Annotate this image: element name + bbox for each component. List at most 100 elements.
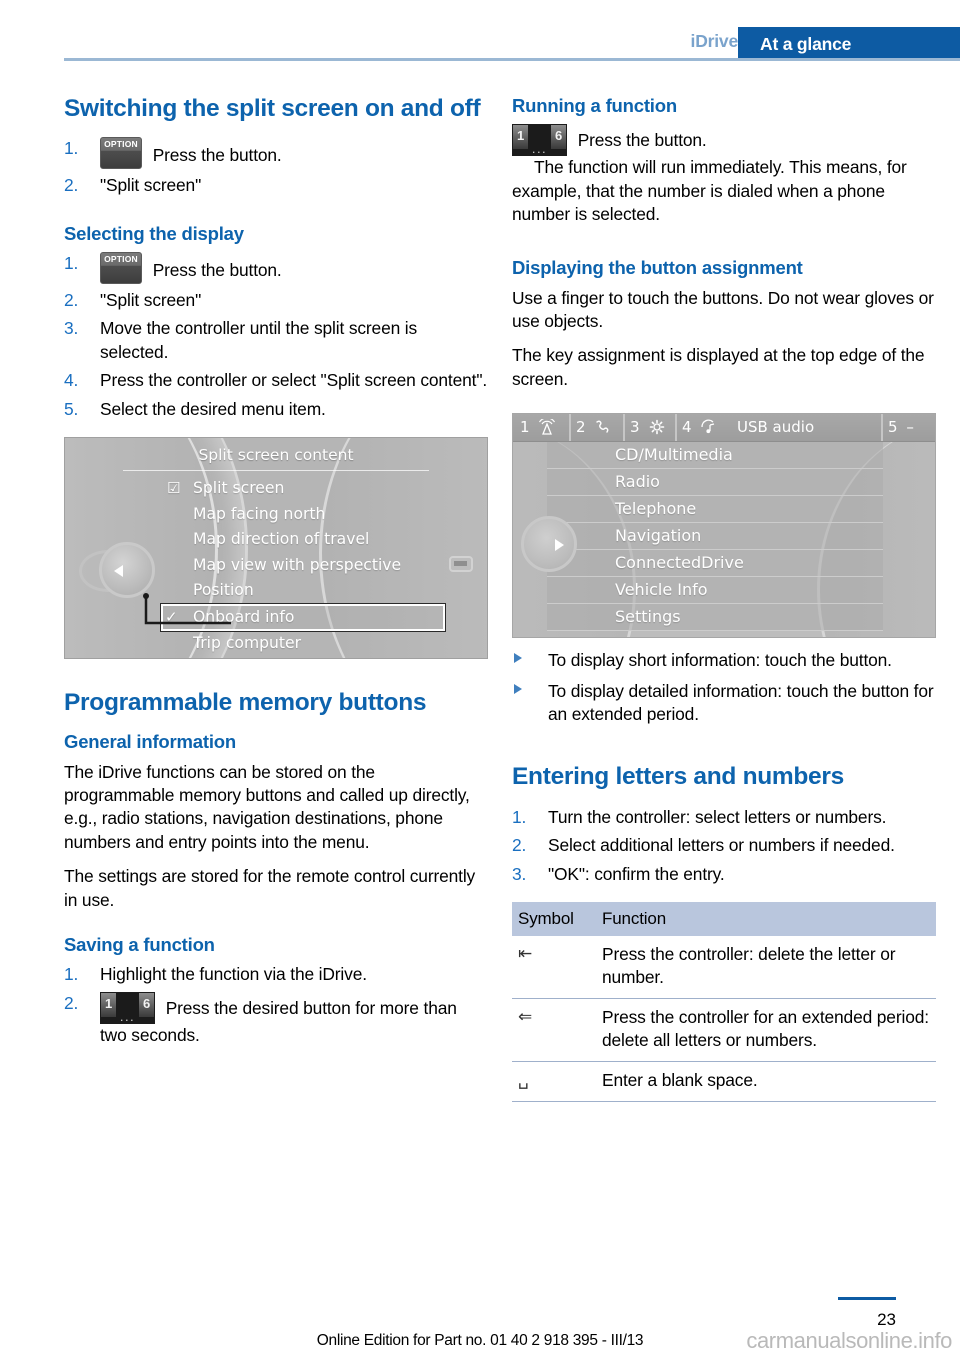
- header-section-tab: At a glance: [738, 27, 960, 61]
- function-description: Enter a blank space.: [596, 1061, 936, 1102]
- step-item: 1. OPTION Press the button.: [64, 252, 488, 284]
- symbol-blank-space-icon: ␣: [512, 1061, 596, 1102]
- music-note-icon: [701, 419, 715, 434]
- idrive-main-menu-screenshot: 1 2 3 4 USB audio 5 – CD/Multimedia Radi…: [512, 413, 936, 639]
- section-title-displaying-button-assignment: Displaying the button assignment: [512, 257, 803, 279]
- memory-key-1: 1: [101, 992, 116, 1017]
- dash-icon: –: [906, 418, 914, 437]
- idrive-menu-item[interactable]: Trip computer: [165, 631, 469, 657]
- right-column: Running a function 1 ... 6 Press the but…: [512, 95, 936, 1102]
- assigned-button-3[interactable]: 3: [625, 414, 677, 442]
- step-text: Press the button.: [152, 145, 282, 166]
- step-number: 1.: [64, 964, 79, 985]
- step-number: 1.: [64, 253, 79, 273]
- steps-saving-a-function: 1. Highlight the function via the iDrive…: [64, 963, 488, 1047]
- idrive-menu-item[interactable]: Map facing north: [165, 502, 469, 528]
- option-button-icon: OPTION: [100, 252, 142, 284]
- section-title-programmable-memory-buttons: Programmable memory buttons: [64, 689, 427, 717]
- knob-right-arrow-icon: [555, 539, 564, 552]
- bullet-text: To display short information: touch the …: [548, 650, 892, 671]
- paragraph-settings-stored: The settings are stored for the remote c…: [64, 866, 476, 910]
- step-number: 4.: [64, 370, 79, 391]
- main-menu-item-connecteddrive[interactable]: ConnectedDrive: [547, 550, 883, 578]
- idrive-menu-item-label: Map facing north: [193, 504, 326, 523]
- idrive-menu-item-label: Split screen: [193, 479, 285, 498]
- column-header-symbol: Symbol: [512, 902, 596, 937]
- idrive-button-assignment-bar: 1 2 3 4 USB audio 5 –: [513, 414, 935, 443]
- idrive-screen-title: Split screen content: [198, 446, 354, 465]
- footer-divider: [838, 1297, 896, 1300]
- running-function-description: The function will run immediately. This …: [512, 157, 907, 224]
- controller-knob-icon: [521, 516, 577, 573]
- step-text: Turn the controller: select letters or n…: [548, 806, 887, 827]
- section-title-entering-letters-and-numbers: Entering letters and numbers: [512, 763, 844, 791]
- idrive-menu-list: ☑ Split screen Map facing north Map dire…: [161, 476, 469, 657]
- main-menu-item-settings[interactable]: Settings: [547, 604, 883, 632]
- section-title-selecting-display: Selecting the display: [64, 222, 244, 244]
- table-body: ⇤ Press the controller: delete the lette…: [512, 936, 936, 1102]
- idrive-title-divider: [123, 470, 429, 472]
- step-number: 2.: [64, 175, 79, 196]
- left-column: Switching the split screen on and off 1.…: [64, 95, 488, 1052]
- table-row: ⇤ Press the controller: delete the lette…: [512, 936, 936, 1000]
- assigned-button-5[interactable]: 5 –: [881, 414, 933, 442]
- idrive-main-menu-list: CD/Multimedia Radio Telephone Navigation…: [547, 442, 883, 632]
- main-menu-item-cd-multimedia[interactable]: CD/Multimedia: [547, 442, 883, 470]
- function-description: Press the controller: delete the letter …: [596, 936, 936, 1000]
- button-number: 2: [576, 418, 586, 437]
- button-number: 4: [682, 418, 692, 437]
- idrive-menu-item[interactable]: Map direction of travel: [165, 527, 469, 553]
- assigned-button-1[interactable]: 1: [515, 414, 571, 442]
- subsection-title-saving-a-function: Saving a function: [64, 934, 215, 956]
- bullet-item: To display detailed information: touch t…: [512, 680, 936, 727]
- memory-key-6: 6: [551, 125, 566, 150]
- watermark-text: carmanualsonline.info: [746, 1328, 952, 1353]
- step-text: "Split screen": [100, 175, 202, 196]
- function-description: Press the controller for an extended per…: [596, 998, 936, 1062]
- step-number: 5.: [64, 398, 79, 419]
- step-number: 3.: [512, 863, 527, 884]
- idrive-split-screen-content-screenshot: Split screen content ☑ Split screen Map …: [64, 437, 488, 660]
- main-menu-item-telephone[interactable]: Telephone: [547, 496, 883, 524]
- bullet-text: To display detailed information: touch t…: [548, 680, 934, 725]
- step-text: Select the desired menu item.: [100, 398, 326, 419]
- assigned-button-2[interactable]: 2: [571, 414, 625, 442]
- header-chapter-label: iDrive: [690, 31, 739, 51]
- step-text: Press the controller or select "Split sc…: [100, 370, 488, 391]
- callout-leader-line: [143, 593, 231, 629]
- assigned-button-4[interactable]: 4: [677, 414, 731, 441]
- idrive-menu-item[interactable]: Map view with perspective: [165, 553, 469, 579]
- header-section-tab-label: At a glance: [760, 34, 852, 54]
- step-text: Move the controller until the split scre…: [100, 318, 418, 362]
- paragraph-key-assignment: The key assignment is displayed at the t…: [512, 345, 925, 389]
- step-number: 3.: [64, 318, 79, 339]
- button-number: 1: [520, 418, 530, 437]
- step-item: 2. "Split screen": [64, 289, 488, 312]
- steps-entering-letters-and-numbers: 1. Turn the controller: select letters o…: [512, 806, 936, 886]
- paragraph-general-information: The iDrive functions can be stored on th…: [64, 761, 470, 852]
- main-menu-item-navigation[interactable]: Navigation: [547, 523, 883, 551]
- checkbox-icon: ☑: [167, 479, 181, 498]
- symbol-function-table: Symbol Function ⇤ Press the controller: …: [512, 902, 936, 1102]
- main-menu-item-radio[interactable]: Radio: [547, 469, 883, 497]
- idrive-menu-item-label: Map direction of travel: [193, 530, 370, 549]
- triangle-bullet-icon: [514, 683, 522, 694]
- step-number: 1.: [64, 138, 79, 159]
- memory-key-1: 1: [513, 125, 528, 150]
- step-text: "Split screen": [100, 290, 202, 310]
- step-item: 5. Select the desired menu item.: [64, 398, 488, 421]
- symbol-delete-one-icon: ⇤: [512, 936, 596, 1000]
- step-item: 1. Highlight the function via the iDrive…: [64, 963, 488, 986]
- step-item: 3. "OK": confirm the entry.: [512, 863, 936, 886]
- option-button-icon: OPTION: [100, 137, 142, 170]
- main-menu-item-vehicle-info[interactable]: Vehicle Info: [547, 577, 883, 605]
- step-text: Select additional letters or numbers if …: [548, 835, 895, 856]
- header-divider: [64, 58, 960, 61]
- screen-side-button-icon: [449, 556, 473, 573]
- paragraph-touch-buttons: Use a finger to touch the buttons. Do no…: [512, 287, 934, 331]
- table-row: ⇐ Press the controller for an extended p…: [512, 998, 936, 1062]
- step-text: "OK": confirm the entry.: [548, 863, 725, 884]
- subsection-title-general-information: General information: [64, 731, 236, 753]
- idrive-menu-item[interactable]: ☑ Split screen: [165, 476, 469, 502]
- telephone-icon: [596, 420, 609, 433]
